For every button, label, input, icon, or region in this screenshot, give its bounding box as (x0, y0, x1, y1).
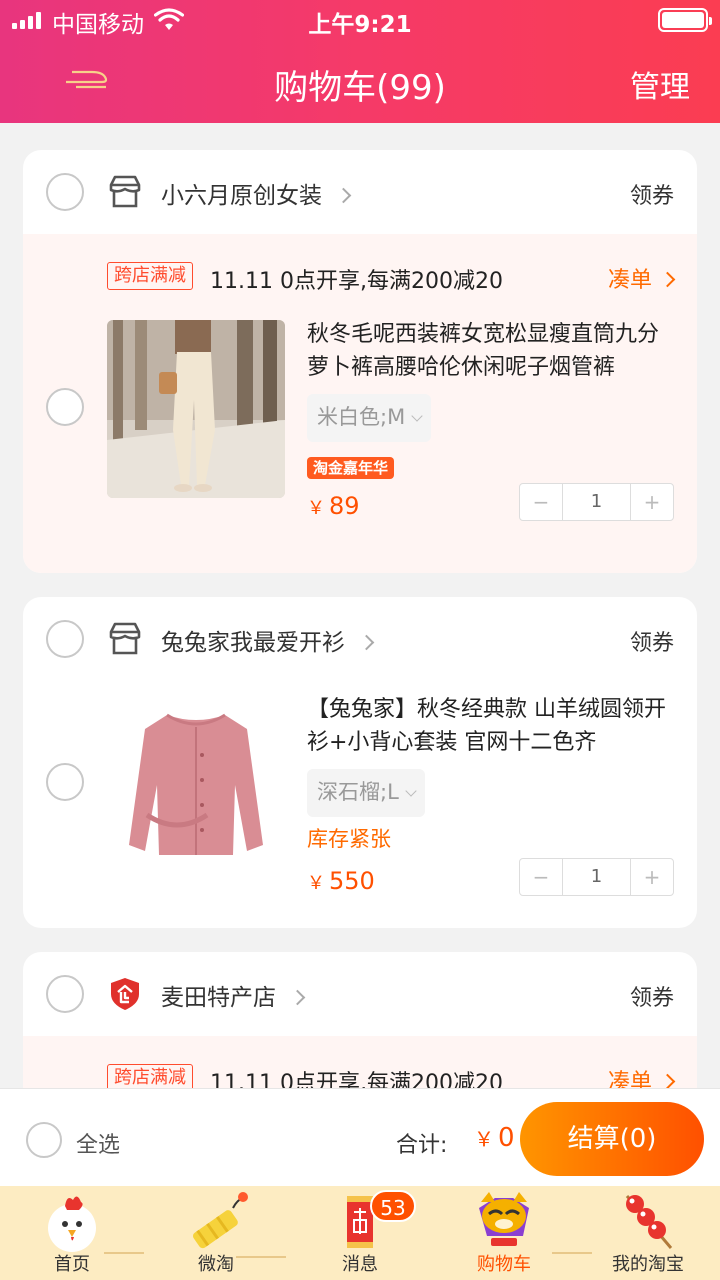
coupon-button[interactable]: 领券 (630, 625, 674, 657)
coupon-button[interactable]: 领券 (630, 178, 674, 210)
increase-button[interactable]: + (631, 484, 673, 520)
total-amount: ￥ 0 (474, 1123, 515, 1153)
shop-card: 兔兔家我最爱开衫 领券 【兔兔家】秋冬经典款 山羊绒圆领开衫+小背心套装 官网十… (23, 597, 697, 928)
shop-name-link[interactable]: 兔兔家我最爱开衫 (161, 623, 375, 657)
shop-checkbox[interactable] (46, 975, 84, 1013)
manage-button[interactable]: 管理 (630, 62, 690, 106)
promo-text: 11.11 0点开享,每满200减20 (210, 269, 503, 294)
header: 中国移动 上午9:21 购物车(99) 管理 (0, 0, 720, 123)
decrease-button[interactable]: − (520, 859, 562, 895)
shop-card: 小六月原创女装 领券 跨店满减 11.11 0点开享,每满200减20 凑单 秋… (23, 150, 697, 573)
page-title: 购物车(99) (274, 68, 446, 108)
tab-label: 我的淘宝 (612, 1254, 684, 1275)
shop-header: 兔兔家我最爱开衫 领券 (23, 597, 697, 681)
candied-haws-icon (625, 1195, 673, 1249)
product-title[interactable]: 秋冬毛呢西装裤女宽松显瘦直筒九分萝卜裤高腰哈伦休闲呢子烟管裤 (307, 318, 677, 384)
shop-checkbox[interactable] (46, 173, 84, 211)
quantity-stepper: − 1 + (519, 483, 674, 521)
select-all-label[interactable]: 全选 (76, 1127, 120, 1159)
checkout-button[interactable]: 结算(0) (520, 1102, 704, 1176)
shop-name-link[interactable]: 麦田特产店 (161, 978, 306, 1012)
chevron-right-icon (358, 634, 375, 651)
combine-order-link[interactable]: 凑单 (608, 262, 676, 294)
shop-checkbox[interactable] (46, 620, 84, 658)
cart-item: 【兔兔家】秋冬经典款 山羊绒圆领开衫+小背心套装 官网十二色齐 深石榴;L 库存… (23, 691, 697, 928)
select-all-checkbox[interactable] (26, 1122, 62, 1158)
chevron-right-icon (335, 187, 352, 204)
firecracker-icon (192, 1192, 248, 1249)
promo-tag: 跨店满减 (107, 262, 193, 290)
tab-label: 购物车 (477, 1254, 531, 1275)
item-price: ￥ 550 (307, 867, 375, 895)
tab-home[interactable]: 首页 (0, 1186, 144, 1280)
tab-label: 消息 (342, 1254, 378, 1275)
tab-label: 微淘 (198, 1254, 234, 1275)
chevron-right-icon (659, 271, 676, 288)
message-count-badge: 53 (370, 1190, 416, 1222)
item-checkbox[interactable] (46, 388, 84, 426)
quantity-value[interactable]: 1 (562, 859, 631, 895)
status-bar: 中国移动 上午9:21 (0, 0, 720, 40)
promo-zone: 跨店满减 11.11 0点开享,每满200减20 凑单 秋冬毛呢西装裤女宽松显瘦… (23, 234, 697, 573)
tab-label: 首页 (54, 1254, 90, 1275)
sku-selector[interactable]: 米白色;M (307, 394, 432, 442)
shop-header: 麦田特产店 领券 (23, 952, 697, 1036)
chevron-down-icon (405, 785, 417, 797)
quantity-stepper: − 1 + (519, 858, 674, 896)
store-icon (109, 175, 141, 208)
sku-selector[interactable]: 深石榴;L (307, 769, 425, 817)
tab-cart[interactable]: 购物车 (432, 1186, 576, 1280)
rooster-icon (48, 1196, 96, 1252)
promo-badge: 淘金嘉年华 (307, 457, 395, 479)
tab-weitao[interactable]: 微淘 (144, 1186, 288, 1280)
chevron-down-icon (411, 410, 423, 422)
item-price: ￥ 89 (307, 492, 360, 520)
shop-header: 小六月原创女装 领券 (23, 150, 697, 234)
shop-name-link[interactable]: 小六月原创女装 (161, 176, 352, 210)
tab-bar: 首页 微淘 消息 购物车 我的淘宝 (0, 1186, 720, 1280)
clock: 上午9:21 (308, 12, 412, 38)
coupon-button[interactable]: 领券 (630, 980, 674, 1012)
tab-my-taobao[interactable]: 我的淘宝 (576, 1186, 720, 1280)
decrease-button[interactable]: − (520, 484, 562, 520)
total-label: 合计: (396, 1133, 448, 1158)
product-title[interactable]: 【兔兔家】秋冬经典款 山羊绒圆领开衫+小背心套装 官网十二色齐 (307, 693, 677, 759)
cart-cat-icon (479, 1192, 529, 1246)
product-image-cardigan[interactable] (107, 695, 285, 873)
item-checkbox[interactable] (46, 763, 84, 801)
stock-warning: 库存紧张 (307, 827, 391, 851)
store-icon (109, 622, 141, 655)
chevron-right-icon (289, 989, 306, 1006)
chevron-right-icon (659, 1073, 676, 1090)
cart-item: 秋冬毛呢西装裤女宽松显瘦直筒九分萝卜裤高腰哈伦休闲呢子烟管裤 米白色;M 淘金嘉… (23, 316, 697, 561)
promo-row: 跨店满减 11.11 0点开享,每满200减20 凑单 (23, 234, 697, 316)
product-image-trousers[interactable] (107, 320, 285, 498)
enterprise-shield-icon (111, 978, 139, 1010)
quantity-value[interactable]: 1 (562, 484, 631, 520)
checkout-bar: 全选 合计: ￥ 0 结算(0) (0, 1088, 720, 1186)
increase-button[interactable]: + (631, 859, 673, 895)
battery-icon (658, 8, 712, 32)
